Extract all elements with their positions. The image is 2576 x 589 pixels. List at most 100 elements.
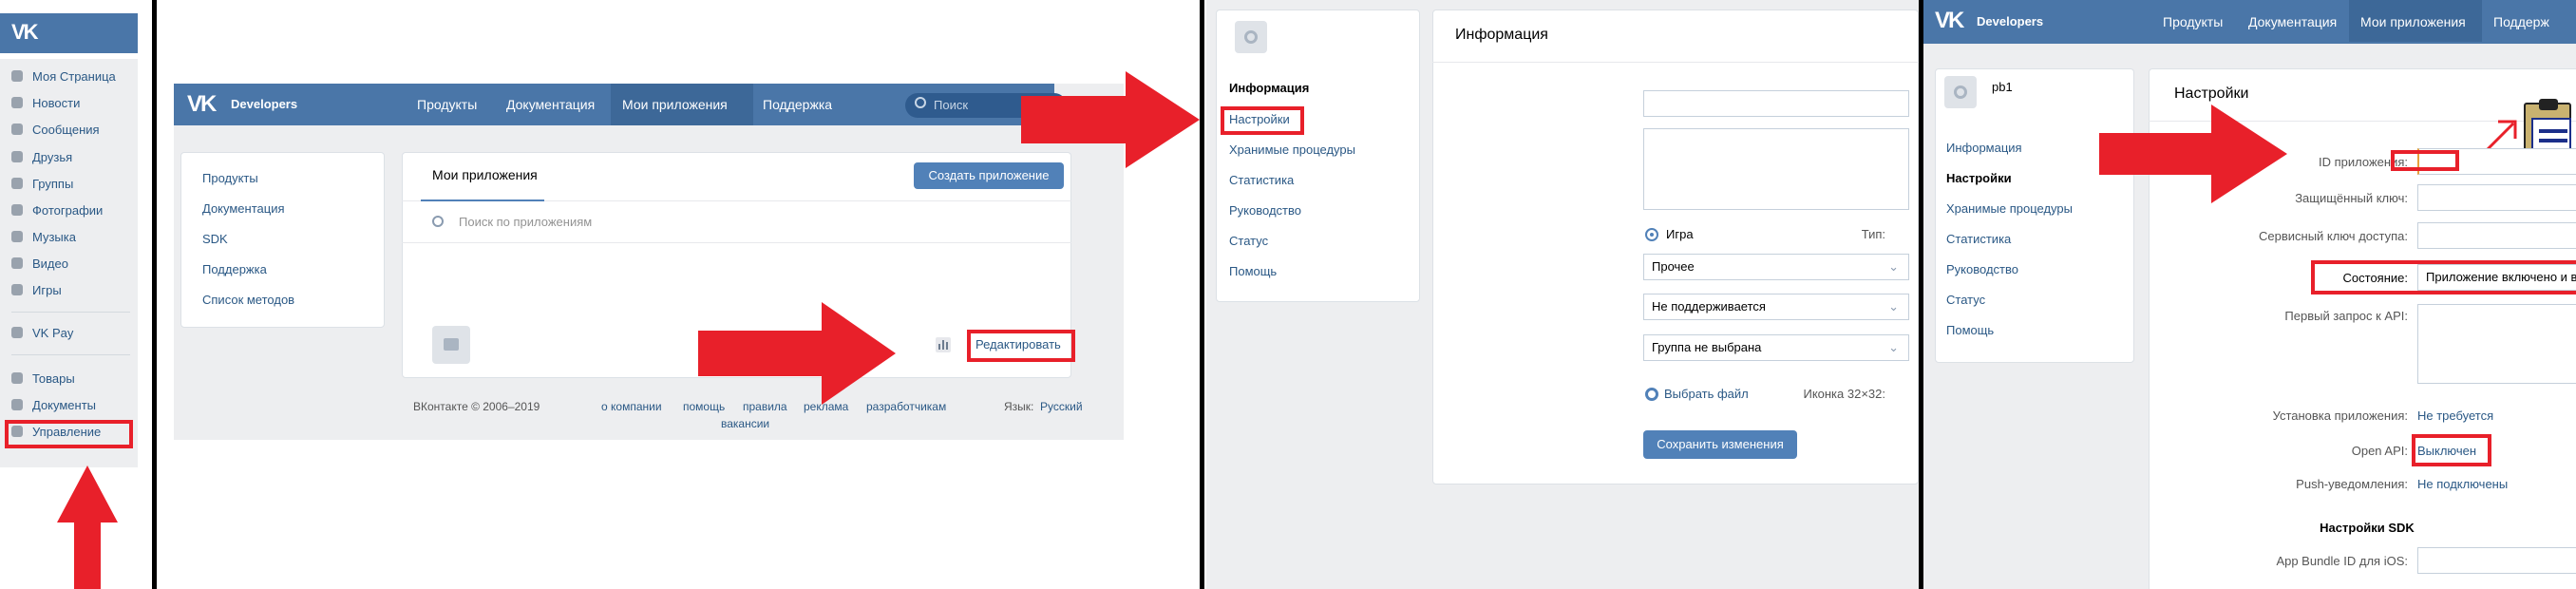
developers-brand[interactable]: Developers	[1977, 0, 2043, 42]
tab-my-apps[interactable]: Мои приложения	[432, 167, 538, 182]
app-avatar[interactable]	[432, 326, 470, 364]
app-icon[interactable]	[1944, 76, 1977, 108]
menu-methods[interactable]: Список методов	[202, 293, 294, 307]
dev-header: VK Developers Продукты Документация Мои …	[1923, 0, 2576, 44]
tournament-select[interactable]: Не поддерживается ⌄	[1643, 294, 1909, 320]
menu-guide[interactable]: Руководство	[1946, 262, 2018, 276]
footer-vacancies[interactable]: вакансии	[721, 417, 769, 430]
app-icon[interactable]	[1235, 21, 1267, 53]
vk-logo[interactable]: VK	[187, 91, 217, 118]
menu-docs[interactable]: Документация	[202, 201, 285, 216]
menu-support[interactable]: Поддержка	[202, 262, 267, 276]
choose-file-link[interactable]: Выбрать файл	[1664, 387, 1749, 401]
type-radio[interactable]	[1645, 228, 1658, 241]
sidebar-item-photos[interactable]: Фотографии	[11, 200, 103, 221]
nav-docs[interactable]: Документация	[506, 84, 595, 125]
groups-icon	[11, 178, 23, 189]
name-input[interactable]	[1643, 90, 1909, 117]
right-arrow-icon	[1021, 71, 1200, 168]
user-icon	[11, 70, 23, 82]
push-value[interactable]: Не подключены	[2417, 477, 2508, 491]
menu-statistics[interactable]: Статистика	[1229, 173, 1294, 187]
sidebar-item-video[interactable]: Видео	[11, 254, 68, 275]
menu-settings[interactable]: Настройки	[1946, 171, 2012, 185]
search-icon	[432, 216, 444, 227]
up-arrow-icon	[57, 466, 118, 589]
menu-status[interactable]: Статус	[1229, 234, 1268, 248]
menu-sdk[interactable]: SDK	[202, 232, 228, 246]
stats-icon[interactable]	[936, 337, 951, 352]
sidebar-divider	[11, 354, 130, 355]
footer-ads[interactable]: реклама	[804, 400, 848, 413]
label-first-request: Первый запрос к API:	[2284, 309, 2408, 323]
footer-rules[interactable]: правила	[743, 400, 787, 413]
developers-brand[interactable]: Developers	[231, 84, 297, 125]
panel-divider	[1200, 0, 1204, 589]
highlight-box	[2391, 150, 2459, 171]
sidebar-item-vkpay[interactable]: VK Pay	[11, 323, 73, 344]
menu-guide[interactable]: Руководство	[1229, 203, 1301, 218]
first-request-field[interactable]	[2417, 304, 2576, 384]
sidebar-divider	[11, 312, 130, 313]
label-type: Тип:	[1861, 227, 1885, 241]
category-select[interactable]: Прочее ⌄	[1643, 254, 1909, 280]
description-textarea[interactable]	[1643, 128, 1909, 210]
app-info-panel: Информация Настройки Хранимые процедуры …	[1206, 0, 1919, 589]
sidebar-item-groups[interactable]: Группы	[11, 174, 73, 195]
chevron-down-icon: ⌄	[1888, 259, 1899, 274]
camera-icon	[11, 204, 23, 216]
group-select[interactable]: Группа не выбрана ⌄	[1643, 334, 1909, 361]
sidebar-item-documents[interactable]: Документы	[11, 395, 96, 416]
edit-link[interactable]: Редактировать	[975, 337, 1061, 352]
page-title: Настройки	[2174, 86, 2249, 102]
footer-help[interactable]: помощь	[683, 400, 725, 413]
secure-key-field[interactable]	[2417, 184, 2576, 211]
sidebar-item-news[interactable]: Новости	[11, 93, 80, 114]
sidebar-item-messages[interactable]: Сообщения	[11, 120, 100, 141]
save-changes-button[interactable]: Сохранить изменения	[1643, 430, 1797, 459]
goods-icon	[11, 372, 23, 384]
right-arrow-icon	[698, 302, 896, 405]
nav-docs[interactable]: Документация	[2248, 0, 2337, 42]
menu-statistics[interactable]: Статистика	[1946, 232, 2011, 246]
sidebar-item-my-page[interactable]: Моя Страница	[11, 66, 116, 87]
tab-underline	[421, 200, 544, 201]
footer-about[interactable]: о компании	[601, 400, 662, 413]
vk-logo[interactable]: VK	[11, 20, 39, 45]
menu-help[interactable]: Помощь	[1946, 323, 1994, 337]
label-install: Установка приложения:	[2272, 408, 2408, 423]
sidebar-item-goods[interactable]: Товары	[11, 369, 75, 390]
service-key-field[interactable]	[2417, 222, 2576, 249]
nav-support[interactable]: Поддерж	[2493, 0, 2549, 42]
sidebar-item-games[interactable]: Игры	[11, 280, 62, 301]
menu-products[interactable]: Продукты	[202, 171, 258, 185]
menu-status[interactable]: Статус	[1946, 293, 1985, 307]
bundle-ios-field[interactable]	[2417, 547, 2576, 574]
menu-stored-procedures[interactable]: Хранимые процедуры	[1229, 142, 1355, 157]
highlight-box	[2311, 260, 2576, 294]
chevron-down-icon: ⌄	[1888, 299, 1899, 314]
search-placeholder: Поиск	[934, 98, 969, 112]
sidebar-item-friends[interactable]: Друзья	[11, 147, 72, 168]
nav-products[interactable]: Продукты	[2163, 0, 2223, 42]
footer-language[interactable]: Русский	[1040, 400, 1083, 413]
nav-support[interactable]: Поддержка	[763, 84, 832, 125]
menu-info[interactable]: Информация	[1229, 81, 1309, 95]
sdk-section-title: Настройки SDK	[2320, 521, 2415, 535]
nav-products[interactable]: Продукты	[417, 84, 477, 125]
label-push: Push-уведомления:	[2296, 477, 2408, 491]
menu-info[interactable]: Информация	[1946, 141, 2022, 155]
menu-stored-procedures[interactable]: Хранимые процедуры	[1946, 201, 2073, 216]
highlight-box	[2412, 434, 2491, 466]
sidebar-item-music[interactable]: Музыка	[11, 227, 76, 248]
nav-my-apps[interactable]: Мои приложения	[611, 84, 753, 125]
label-bundle-ios: App Bundle ID для iOS:	[2276, 554, 2408, 568]
apps-search-input[interactable]: Поиск по приложениям	[459, 215, 592, 229]
menu-help[interactable]: Помощь	[1229, 264, 1277, 278]
vk-logo[interactable]: VK	[1935, 8, 1964, 34]
dev-header: VK Developers Продукты Документация Мои …	[174, 84, 1067, 125]
install-value[interactable]: Не требуется	[2417, 408, 2493, 423]
footer-developers[interactable]: разработчикам	[866, 400, 946, 413]
page-title: Информация	[1455, 27, 1548, 43]
nav-my-apps[interactable]: Мои приложения	[2349, 0, 2482, 42]
